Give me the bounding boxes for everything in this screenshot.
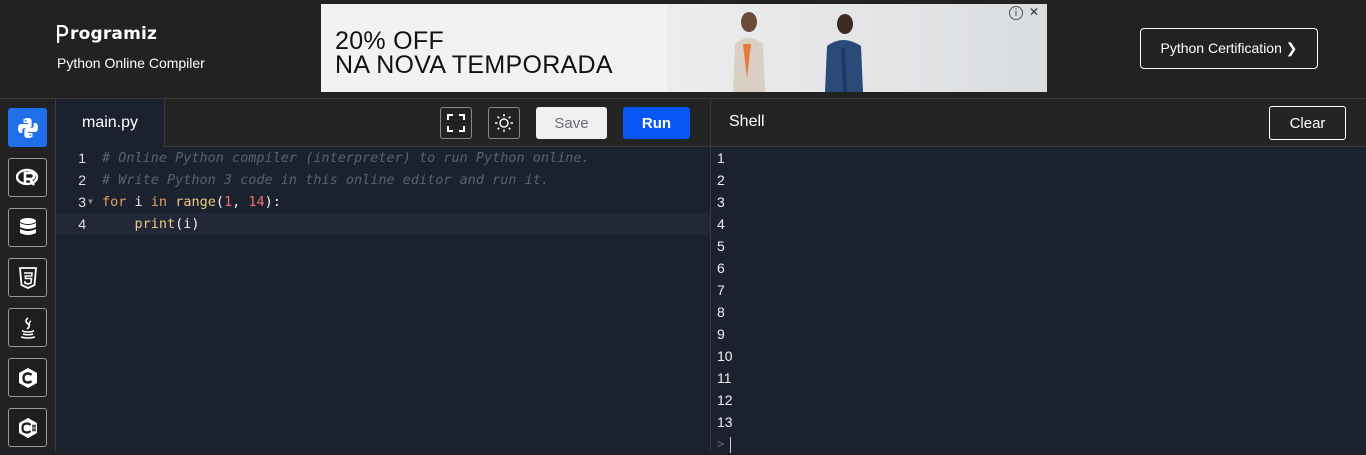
- clear-button[interactable]: Clear: [1269, 106, 1346, 140]
- fold-arrow-icon[interactable]: ▼: [88, 191, 93, 213]
- sun-icon: [495, 114, 513, 132]
- code-editor-panel: main.py Save Run 1 # Online Python compi…: [56, 99, 710, 451]
- code-text: for i in range(1, 14):: [102, 194, 281, 210]
- line-number: 4: [78, 216, 86, 232]
- line-number: 1: [78, 150, 86, 166]
- code-text: # Write Python 3 code in this online edi…: [102, 172, 550, 188]
- output-line: 3: [717, 194, 725, 210]
- code-text: print(i): [134, 216, 200, 232]
- output-line: 10: [717, 348, 733, 364]
- code-area[interactable]: 1 # Online Python compiler (interpreter)…: [56, 147, 710, 451]
- output-line: 4: [717, 216, 725, 232]
- sidebar-item-r[interactable]: [8, 158, 47, 197]
- output-line: 12: [717, 392, 733, 408]
- theme-toggle-button[interactable]: [488, 107, 520, 139]
- shell-header: Shell Clear: [711, 99, 1366, 147]
- shell-output[interactable]: 1 2 3 4 5 6 7 8 9 10 11 12 13 >: [717, 147, 733, 455]
- output-line: 11: [717, 370, 732, 386]
- code-text: # Online Python compiler (interpreter) t…: [102, 150, 590, 166]
- save-button[interactable]: Save: [536, 107, 607, 139]
- ad-model-woman-image: [733, 12, 765, 92]
- r-icon: [15, 168, 38, 186]
- shell-panel: Shell Clear 1 2 3 4 5 6 7 8 9 10 11 12 1…: [710, 99, 1366, 453]
- sidebar-item-sql[interactable]: [8, 208, 47, 247]
- text-caret: [730, 436, 732, 453]
- editor-toolbar: main.py Save Run: [56, 99, 710, 147]
- csharp-icon: [18, 417, 37, 438]
- sidebar-item-csharp[interactable]: [8, 408, 47, 447]
- output-line: 7: [717, 282, 725, 298]
- code-line: 3 ▼ for i in range(1, 14):: [56, 191, 710, 213]
- output-line: 8: [717, 304, 725, 320]
- output-line: 9: [717, 326, 725, 342]
- advertisement[interactable]: 20% OFF NA NOVA TEMPORADA i ✕: [321, 4, 1047, 92]
- sidebar-item-html[interactable]: [8, 258, 47, 297]
- brand[interactable]: rogramiz Python Online Compiler: [56, 24, 205, 71]
- python-certification-button[interactable]: Python Certification ❯: [1140, 28, 1318, 69]
- fullscreen-icon: [447, 114, 465, 132]
- prompt-symbol: >: [717, 437, 725, 451]
- python-icon: [17, 117, 38, 138]
- sidebar-item-c[interactable]: [8, 358, 47, 397]
- ad-headline-2: NA NOVA TEMPORADA: [335, 51, 613, 79]
- tab-main-py[interactable]: main.py: [56, 99, 165, 147]
- close-icon[interactable]: ✕: [1027, 6, 1041, 20]
- code-line-active: 4 print(i): [56, 213, 710, 235]
- line-number: 2: [78, 172, 86, 188]
- line-number: 3: [78, 194, 86, 210]
- code-line: 2 # Write Python 3 code in this online e…: [56, 169, 710, 191]
- run-button[interactable]: Run: [623, 107, 690, 139]
- shell-input-line[interactable]: >: [717, 433, 733, 455]
- c-icon: [18, 367, 37, 388]
- language-sidebar: [0, 99, 56, 451]
- output-line: 6: [717, 260, 725, 276]
- programiz-p-icon: [56, 24, 69, 44]
- output-line: 2: [717, 172, 725, 188]
- page-subtitle: Python Online Compiler: [57, 55, 205, 71]
- database-icon: [19, 217, 36, 235]
- top-header: rogramiz Python Online Compiler 20% OFF …: [0, 0, 1366, 99]
- ad-model-man-image: [825, 14, 863, 92]
- brand-name: rogramiz: [70, 24, 158, 44]
- output-line: 5: [717, 238, 725, 254]
- info-icon[interactable]: i: [1009, 6, 1023, 20]
- output-line: 1: [717, 150, 725, 166]
- fullscreen-button[interactable]: [440, 107, 472, 139]
- ad-controls: i ✕: [1009, 6, 1041, 20]
- sidebar-item-java[interactable]: [8, 308, 47, 347]
- java-icon: [20, 316, 35, 339]
- programiz-logo[interactable]: rogramiz: [56, 24, 205, 44]
- shell-title: Shell: [729, 113, 765, 130]
- code-line: 1 # Online Python compiler (interpreter)…: [56, 147, 710, 169]
- sidebar-item-python[interactable]: [8, 108, 47, 147]
- output-line: 13: [717, 414, 733, 430]
- html5-icon: [18, 266, 37, 289]
